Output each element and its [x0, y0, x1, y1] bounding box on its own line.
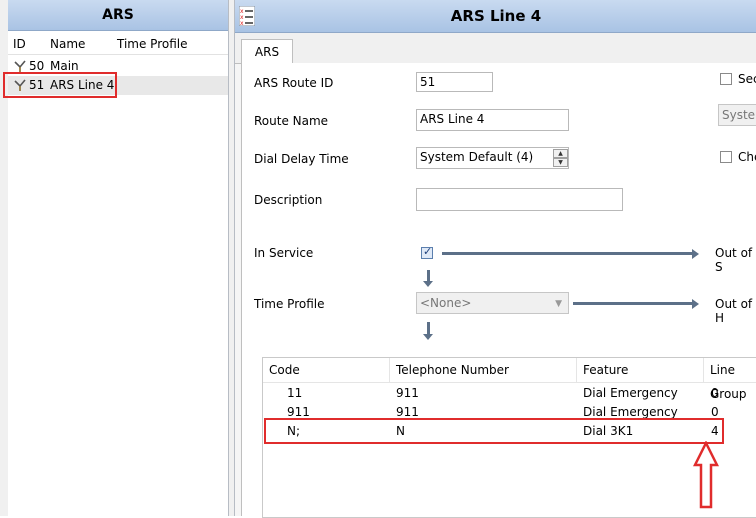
- ars-list-title: ARS: [8, 0, 228, 31]
- route-name-label: Route Name: [254, 114, 329, 128]
- column-header-feature[interactable]: Feature: [577, 358, 704, 382]
- time-profile-select: <None> ▼: [416, 292, 569, 314]
- route-id-label: ARS Route ID: [254, 76, 334, 90]
- menu-list-icon[interactable]: x x x: [239, 6, 255, 26]
- ars-form-content: ARS Route ID 51 Route Name ARS Line 4 Di…: [241, 63, 756, 518]
- in-service-checkbox[interactable]: [421, 245, 433, 259]
- in-service-label: In Service: [254, 246, 314, 260]
- dial-delay-spinbox[interactable]: System Default (4) ▲ ▼: [416, 147, 569, 169]
- cell-code: 11: [287, 386, 303, 400]
- cell-line-group: 0: [711, 405, 719, 419]
- tab-ars[interactable]: ARS: [241, 39, 293, 65]
- column-header-name[interactable]: Name: [50, 37, 85, 51]
- dial-delay-stepper[interactable]: ▲ ▼: [553, 149, 568, 167]
- table-row[interactable]: 11 911 Dial Emergency 0: [263, 384, 756, 403]
- highlight-box-selected-route: [3, 72, 117, 98]
- short-code-table-header: Code Telephone Number Feature Line Group: [263, 358, 756, 401]
- column-header-id[interactable]: ID: [13, 37, 26, 51]
- column-header-line-group[interactable]: Line Group: [704, 358, 756, 401]
- spin-up-icon[interactable]: ▲: [553, 149, 568, 158]
- dial-delay-value: System Default (4): [420, 150, 534, 164]
- column-header-time-profile[interactable]: Time Profile: [117, 37, 188, 51]
- time-profile-label: Time Profile: [254, 297, 325, 311]
- svg-text:x: x: [240, 20, 244, 26]
- check-checkbox[interactable]: [720, 151, 732, 163]
- description-field[interactable]: [416, 188, 623, 211]
- cell-feature: Dial Emergency: [583, 405, 678, 419]
- secondary-checkbox[interactable]: [720, 73, 732, 85]
- tab-strip: [235, 33, 756, 64]
- dial-delay-label: Dial Delay Time: [254, 152, 349, 166]
- cell-line-group: 0: [711, 386, 719, 400]
- secondary-label: Sec: [738, 72, 756, 86]
- cell-telephone-number: 911: [396, 386, 419, 400]
- route-icon: [14, 60, 26, 72]
- spin-down-icon[interactable]: ▼: [553, 158, 568, 167]
- description-label: Description: [254, 193, 323, 207]
- flow-arrow-out-of-hours: [573, 302, 693, 305]
- column-header-code[interactable]: Code: [263, 358, 390, 382]
- route-id-field[interactable]: 51: [416, 72, 493, 92]
- cell-code: 911: [287, 405, 310, 419]
- flow-arrowhead-down-icon: [423, 281, 433, 287]
- column-header-telephone-number[interactable]: Telephone Number: [390, 358, 577, 382]
- up-arrow-annotation-icon: [693, 441, 719, 509]
- flow-arrow-out-of-service: [442, 252, 693, 255]
- out-of-hours-label: Out of H: [715, 297, 753, 325]
- out-of-service-label: Out of S: [715, 246, 753, 274]
- cell-telephone-number: 911: [396, 405, 419, 419]
- route-name-field[interactable]: ARS Line 4: [416, 109, 569, 131]
- flow-arrowhead-right-icon: [692, 299, 699, 309]
- row-id: 50: [29, 59, 45, 73]
- ars-list-panel: ARS ID Name Time Profile 50 Main 51 ARS …: [3, 0, 229, 516]
- ars-detail-panel: ARS Line 4 x x x ARS ARS Route ID 51 Rou…: [234, 0, 756, 518]
- time-profile-value: <None>: [420, 296, 472, 310]
- flow-arrowhead-down-icon: [423, 334, 433, 340]
- highlight-box-table-row: [264, 418, 724, 444]
- cell-feature: Dial Emergency: [583, 386, 678, 400]
- flow-arrowhead-right-icon: [692, 249, 699, 259]
- check-label: Che: [738, 150, 756, 164]
- secondary-select: System: [718, 104, 756, 126]
- row-name: Main: [50, 59, 79, 73]
- ars-detail-title: ARS Line 4: [235, 0, 756, 33]
- chevron-down-icon: ▼: [555, 299, 562, 309]
- ars-list-header: ID Name Time Profile: [8, 34, 228, 55]
